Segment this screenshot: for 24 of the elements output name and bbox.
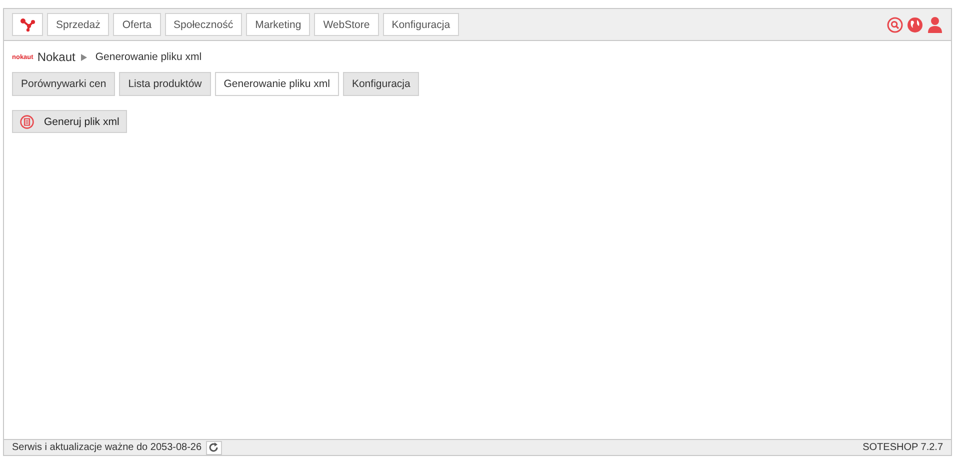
tab[interactable]: Porównywarki cen [12, 72, 116, 96]
refresh-icon [208, 442, 220, 453]
search-icon[interactable] [887, 16, 903, 32]
menu-button[interactable]: Sprzedaż [47, 13, 110, 36]
breadcrumb-link[interactable]: Nokaut [37, 50, 76, 64]
user-icon[interactable] [927, 16, 943, 33]
home-button[interactable] [12, 13, 43, 36]
tab[interactable]: Lista produktów [119, 72, 211, 96]
generate-button[interactable]: Generuj plik xml [12, 110, 128, 133]
menu-button[interactable]: Oferta [113, 13, 161, 36]
document-icon [20, 114, 34, 128]
arrow-icon [81, 54, 88, 60]
refresh-button[interactable] [206, 440, 222, 454]
menu-button[interactable]: Konfiguracja [382, 13, 460, 36]
tab[interactable]: Generowanie pliku xml [214, 72, 339, 96]
menu-button[interactable]: Marketing [246, 13, 310, 36]
tab[interactable]: Konfiguracja [342, 72, 420, 96]
menu-button[interactable]: WebStore [314, 13, 379, 36]
version-text: SOTESHOP 7.2.7 [862, 442, 943, 453]
globe-icon[interactable] [907, 16, 923, 32]
menu-button[interactable]: Społeczność [164, 13, 242, 36]
license-text: Serwis i aktualizacje ważne do 2053-08-26 [12, 442, 202, 453]
network-icon [20, 18, 36, 32]
breadcrumb-current: Generowanie pliku xml [95, 51, 202, 63]
